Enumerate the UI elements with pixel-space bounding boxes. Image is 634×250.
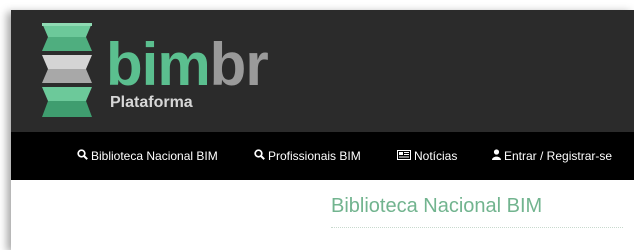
nav-item-biblioteca[interactable]: Biblioteca Nacional BIM bbox=[77, 132, 218, 180]
nav-item-label: Biblioteca Nacional BIM bbox=[91, 149, 218, 163]
title-divider bbox=[331, 227, 623, 228]
brand-logo-text[interactable]: bimbr bbox=[106, 31, 269, 98]
user-icon bbox=[492, 132, 501, 180]
brand-name-primary: bim bbox=[106, 31, 211, 98]
bimbr-logo-icon[interactable] bbox=[36, 23, 98, 119]
search-icon bbox=[77, 132, 88, 180]
nav-item-profissionais[interactable]: Profissionais BIM bbox=[254, 132, 361, 180]
site-header: bimbr Plataforma bbox=[11, 10, 634, 132]
nav-item-label: Entrar / Registrar-se bbox=[504, 149, 613, 163]
nav-item-noticias[interactable]: Notícias bbox=[397, 132, 457, 180]
newspaper-icon bbox=[397, 132, 411, 180]
main-nav: Biblioteca Nacional BIM Profissionais BI… bbox=[11, 132, 634, 180]
brand-subtitle: Plataforma bbox=[110, 94, 193, 111]
brand-name-secondary: br bbox=[209, 31, 269, 98]
page-title: Biblioteca Nacional BIM bbox=[331, 195, 543, 217]
search-icon bbox=[254, 132, 265, 180]
nav-item-label: Profissionais BIM bbox=[268, 149, 361, 163]
nav-item-entrar[interactable]: Entrar / Registrar-se bbox=[492, 132, 612, 180]
nav-item-label: Notícias bbox=[414, 149, 458, 163]
